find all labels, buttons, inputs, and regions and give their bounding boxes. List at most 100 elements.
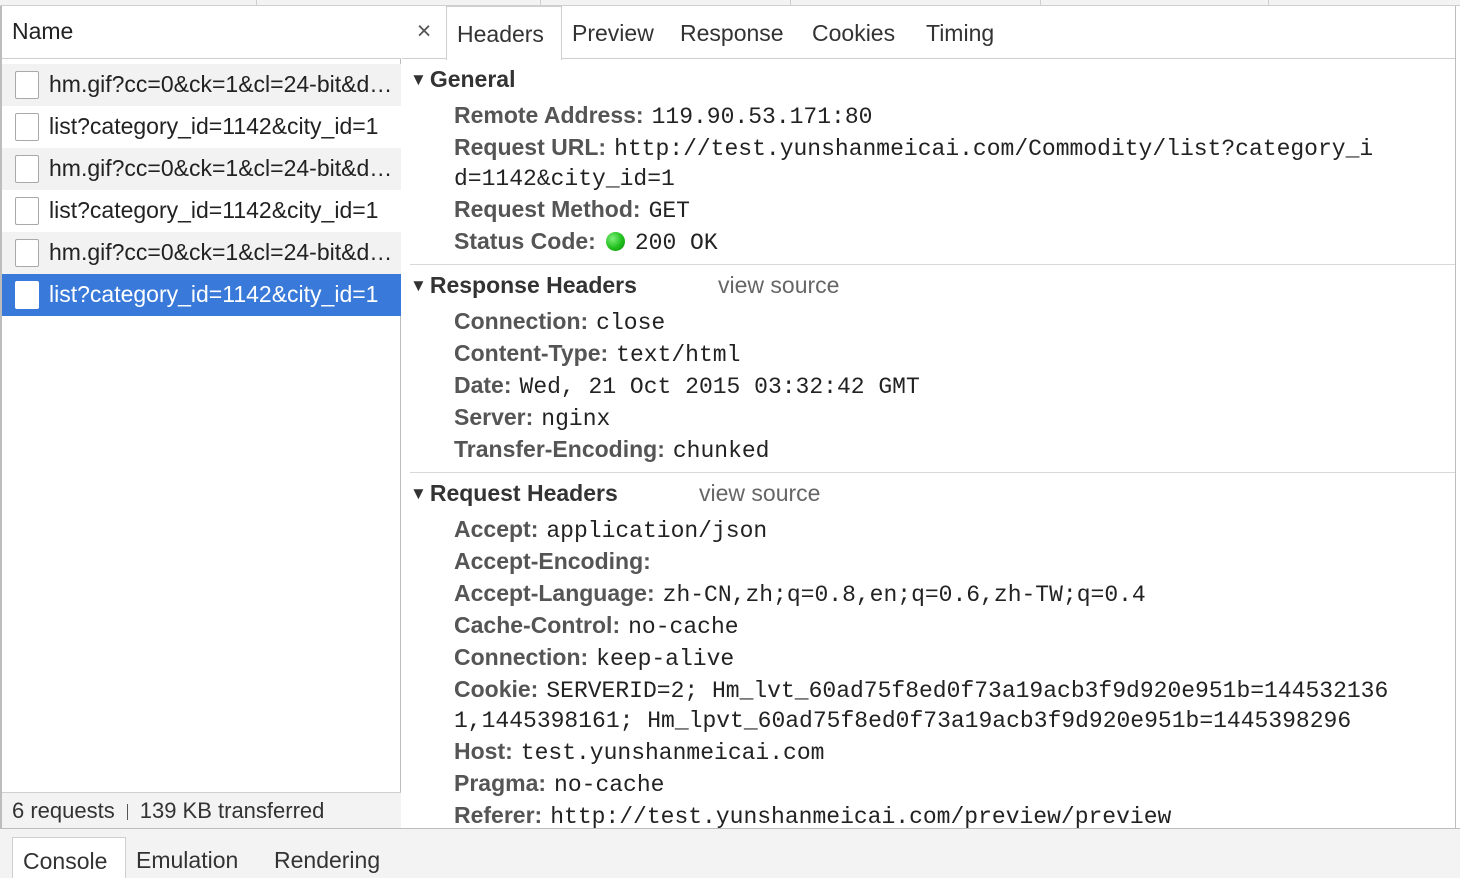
header-key: Status Code:	[454, 228, 596, 254]
section-divider	[410, 264, 1455, 265]
header-value: SERVERID=2; Hm_lvt_60ad75f8ed0f73a19acb3…	[546, 678, 1389, 704]
header-key: Referer:	[454, 802, 543, 828]
status-ok-icon	[605, 232, 625, 251]
header-value: text/html	[616, 342, 741, 368]
request-row[interactable]: list?category_id=1142&city_id=1	[2, 106, 401, 148]
request-header-row: Connection: keep-alive	[454, 642, 734, 674]
header-value: Wed, 21 Oct 2015 03:32:42 GMT	[519, 374, 920, 400]
response-header-row: Connection: close	[454, 306, 665, 338]
request-header-row: Cache-Control: no-cache	[454, 610, 739, 642]
header-key: Connection:	[454, 644, 589, 670]
header-value: 200 OK	[634, 230, 718, 256]
header-value: keep-alive	[596, 646, 735, 672]
request-name: list?category_id=1142&city_id=1	[49, 113, 379, 139]
header-key: Content-Type:	[454, 340, 609, 366]
header-key: Connection:	[454, 308, 589, 334]
remote-address-row: Remote Address: 119.90.53.171:80	[454, 100, 872, 132]
request-row[interactable]: hm.gif?cc=0&ck=1&cl=24-bit&ds=1440x900&e…	[2, 64, 401, 106]
tab-console[interactable]: Console	[12, 837, 126, 878]
request-list: hm.gif?cc=0&ck=1&cl=24-bit&ds=1440x900&e…	[2, 64, 401, 316]
response-headers-toggle[interactable]: ▼ Response Headers	[410, 272, 637, 299]
header-value: chunked	[672, 438, 770, 464]
request-method-row: Request Method: GET	[454, 194, 690, 226]
tab-cookies[interactable]: Cookies	[812, 6, 895, 59]
header-value: no-cache	[554, 772, 665, 798]
tab-timing[interactable]: Timing	[926, 6, 994, 59]
response-header-row: Transfer-Encoding: chunked	[454, 434, 769, 466]
section-divider	[410, 472, 1455, 473]
triangle-down-icon: ▼	[410, 484, 427, 503]
network-summary: 6 requests 139 KB transferred	[12, 798, 324, 824]
file-icon	[15, 239, 39, 267]
tab-emulation[interactable]: Emulation	[136, 837, 238, 878]
request-headers-title: Request Headers	[429, 480, 618, 506]
tab-rendering[interactable]: Rendering	[274, 837, 380, 878]
file-icon	[15, 113, 39, 141]
tab-headers[interactable]: Headers	[446, 6, 562, 60]
tab-response[interactable]: Response	[680, 6, 784, 59]
request-row-selected[interactable]: list?category_id=1142&city_id=1	[2, 274, 401, 316]
header-value: d=1142&city_id=1	[454, 166, 675, 192]
tab-preview[interactable]: Preview	[572, 6, 654, 59]
request-headers-toggle[interactable]: ▼ Request Headers	[410, 480, 618, 507]
header-key: Request URL:	[454, 134, 607, 160]
cookie-header-row: Cookie: SERVERID=2; Hm_lvt_60ad75f8ed0f73…	[454, 674, 1388, 706]
header-value: 1,1445398161; Hm_lpvt_60ad75f8ed0f73a19a…	[454, 708, 1352, 734]
transferred-size: 139 KB transferred	[139, 798, 325, 823]
summary-separator	[126, 804, 128, 821]
response-header-row: Server: nginx	[454, 402, 610, 434]
request-list-pane: Name hm.gif?cc=0&ck=1&cl=24-bit&ds=1440x…	[0, 6, 401, 828]
request-row[interactable]: list?category_id=1142&city_id=1	[2, 190, 401, 232]
header-value: GET	[648, 198, 690, 224]
response-view-source-link[interactable]: view source	[718, 272, 839, 299]
request-row[interactable]: hm.gif?cc=0&ck=1&cl=24-bit&ds=1440x900&e…	[2, 148, 401, 190]
request-url-row: Request URL: http://test.yunshanmeicai.co…	[454, 132, 1373, 164]
header-value: test.yunshanmeicai.com	[520, 740, 825, 766]
response-header-row: Date: Wed, 21 Oct 2015 03:32:42 GMT	[454, 370, 920, 402]
header-key: Remote Address:	[454, 102, 644, 128]
header-value: 119.90.53.171:80	[651, 104, 873, 130]
header-value: application/json	[546, 518, 768, 544]
triangle-down-icon: ▼	[410, 70, 427, 89]
drawer-tab-bar: Console Emulation Rendering	[0, 828, 1460, 878]
request-name: hm.gif?cc=0&ck=1&cl=24-bit&ds=1440x900&e…	[49, 239, 394, 265]
header-key: Cookie:	[454, 676, 539, 702]
file-icon	[15, 281, 39, 309]
response-headers-title: Response Headers	[429, 272, 637, 298]
request-row[interactable]: hm.gif?cc=0&ck=1&cl=24-bit&ds=1440x900&e…	[2, 232, 401, 274]
request-view-source-link[interactable]: view source	[699, 480, 820, 507]
header-value: nginx	[541, 406, 611, 432]
header-key: Server:	[454, 404, 534, 430]
name-column-label: Name	[12, 18, 74, 44]
cookie-header-row-cont: 1,1445398161; Hm_lpvt_60ad75f8ed0f73a19a…	[454, 704, 1351, 736]
header-key: Accept-Encoding:	[454, 548, 651, 574]
header-key: Accept-Language:	[454, 580, 655, 606]
request-header-row: Accept-Encoding:	[454, 546, 659, 578]
header-key: Pragma:	[454, 770, 547, 796]
header-key: Transfer-Encoding:	[454, 436, 665, 462]
request-name: list?category_id=1142&city_id=1	[49, 281, 379, 307]
request-details-pane: × Headers Preview Response Cookies Timin…	[402, 6, 1456, 828]
details-tab-bar: × Headers Preview Response Cookies Timin…	[402, 6, 1455, 60]
request-count: 6 requests	[12, 798, 115, 823]
general-section-toggle[interactable]: ▼ General	[410, 66, 515, 93]
header-value: http://test.yunshanmeicai.com/preview/pr…	[550, 804, 1172, 828]
request-name: hm.gif?cc=0&ck=1&cl=24-bit&ds=1440x900&e…	[49, 71, 394, 97]
request-header-row: Accept-Language: zh-CN,zh;q=0.8,en;q=0.6,…	[454, 578, 1146, 610]
request-header-row: Referer: http://test.yunshanmeicai.com/pr…	[454, 800, 1171, 828]
file-icon	[15, 155, 39, 183]
request-header-row: Pragma: no-cache	[454, 768, 664, 800]
header-key: Date:	[454, 372, 512, 398]
header-value: no-cache	[628, 614, 739, 640]
file-icon	[15, 197, 39, 225]
header-key: Accept:	[454, 516, 539, 542]
close-icon[interactable]: ×	[412, 17, 436, 45]
header-value: zh-CN,zh;q=0.8,en;q=0.6,zh-TW;q=0.4	[662, 582, 1146, 608]
header-key: Host:	[454, 738, 513, 764]
request-name: hm.gif?cc=0&ck=1&cl=24-bit&ds=1440x900&e…	[49, 155, 394, 181]
name-column-header[interactable]: Name	[2, 6, 401, 59]
header-value: close	[596, 310, 666, 336]
file-icon	[15, 71, 39, 99]
header-key: Request Method:	[454, 196, 641, 222]
general-title: General	[429, 66, 516, 92]
